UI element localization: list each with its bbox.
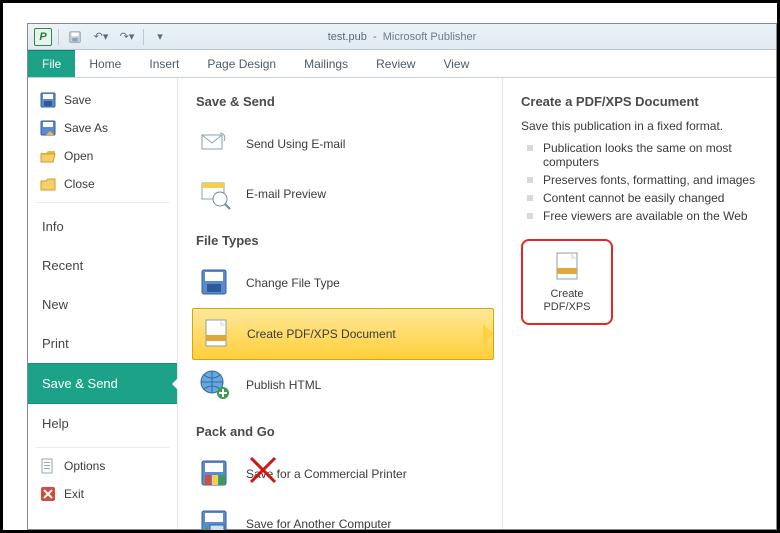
detail-lead: Save this publication in a fixed format. <box>521 119 776 133</box>
highlight-box: Create PDF/XPS <box>521 239 613 325</box>
app-name: Microsoft Publisher <box>383 31 477 43</box>
tab-insert[interactable]: Insert <box>135 50 193 77</box>
qat-undo-icon[interactable]: ↶▾ <box>91 29 111 45</box>
nav-label: Close <box>64 177 95 191</box>
opt-label: Change File Type <box>246 276 340 290</box>
opt-change-file-type[interactable]: Change File Type <box>192 258 494 308</box>
nav-open[interactable]: Open <box>28 142 177 170</box>
opt-label: E-mail Preview <box>246 187 326 201</box>
options-icon <box>40 458 56 474</box>
pdf-document-icon <box>199 317 233 351</box>
tab-review[interactable]: Review <box>362 50 429 77</box>
bullet: Free viewers are available on the Web <box>521 207 776 225</box>
opt-label: Send Using E-mail <box>246 137 345 151</box>
qat-customize-icon[interactable]: ▾ <box>150 29 170 45</box>
qat-redo-icon[interactable]: ↷▾ <box>117 29 137 45</box>
opt-send-email[interactable]: Send Using E-mail <box>192 119 494 169</box>
action-label-line1: Create <box>550 288 583 300</box>
save-send-panel: Save & Send Send Using E-mail E-mail Pre… <box>178 78 503 529</box>
nav-print[interactable]: Print <box>28 324 177 363</box>
detail-bullets: Publication looks the same on most compu… <box>521 139 776 225</box>
opt-save-commercial-printer[interactable]: Save for a Commercial Printer <box>192 449 494 499</box>
ribbon-tabs: File Home Insert Page Design Mailings Re… <box>28 50 776 78</box>
opt-label: Publish HTML <box>246 378 321 392</box>
action-label-line2: PDF/XPS <box>543 301 590 313</box>
opt-label: Create PDF/XPS Document <box>247 327 396 341</box>
opt-email-preview[interactable]: E-mail Preview <box>192 169 494 219</box>
nav-label: Save <box>64 93 91 107</box>
tab-page-design[interactable]: Page Design <box>193 50 290 77</box>
bullet: Content cannot be easily changed <box>521 189 776 207</box>
email-icon <box>198 127 232 161</box>
nav-label: Open <box>64 149 93 163</box>
tab-file[interactable]: File <box>28 50 75 77</box>
nav-save-send[interactable]: Save & Send <box>28 363 177 404</box>
app-icon <box>34 28 52 46</box>
nav-recent[interactable]: Recent <box>28 246 177 285</box>
nav-close[interactable]: Close <box>28 170 177 198</box>
nav-label: Exit <box>64 487 84 501</box>
nav-save[interactable]: Save <box>28 86 177 114</box>
tab-home[interactable]: Home <box>75 50 135 77</box>
opt-label: Save for Another Computer <box>246 517 391 531</box>
tab-mailings[interactable]: Mailings <box>290 50 362 77</box>
change-file-type-icon <box>198 266 232 300</box>
opt-save-another-computer[interactable]: Save for Another Computer <box>192 499 494 533</box>
section-heading-save-send: Save & Send <box>196 94 494 109</box>
section-heading-file-types: File Types <box>196 233 494 248</box>
tab-view[interactable]: View <box>429 50 483 77</box>
create-pdf-xps-button[interactable]: Create PDF/XPS <box>529 246 605 318</box>
detail-heading: Create a PDF/XPS Document <box>521 94 776 109</box>
nav-exit[interactable]: Exit <box>28 480 177 508</box>
bullet: Publication looks the same on most compu… <box>521 139 776 171</box>
bullet: Preserves fonts, formatting, and images <box>521 171 776 189</box>
exit-icon <box>40 486 56 502</box>
close-icon <box>40 176 56 192</box>
email-preview-icon <box>198 177 232 211</box>
nav-help[interactable]: Help <box>28 404 177 443</box>
nav-label: Save As <box>64 121 108 135</box>
nav-info[interactable]: Info <box>28 207 177 246</box>
save-as-icon <box>40 120 56 136</box>
document-title: test.pub <box>328 31 367 43</box>
backstage-nav: Save Save As Open Close Info Recent New <box>28 78 178 529</box>
opt-label: Save for a Commercial Printer <box>246 467 407 481</box>
nav-label: Options <box>64 459 105 473</box>
qat-save-icon[interactable] <box>65 29 85 45</box>
commercial-printer-icon <box>198 457 232 491</box>
detail-panel: Create a PDF/XPS Document Save this publ… <box>503 78 776 529</box>
nav-save-as[interactable]: Save As <box>28 114 177 142</box>
save-icon <box>40 92 56 108</box>
opt-publish-html[interactable]: Publish HTML <box>192 360 494 410</box>
opt-create-pdf-xps[interactable]: Create PDF/XPS Document <box>192 308 494 360</box>
titlebar: ↶▾ ↷▾ ▾ test.pub - Microsoft Publisher <box>28 24 776 50</box>
pdf-document-icon <box>550 250 584 284</box>
nav-options[interactable]: Options <box>28 452 177 480</box>
section-heading-pack-and-go: Pack and Go <box>196 424 494 439</box>
nav-new[interactable]: New <box>28 285 177 324</box>
another-computer-icon <box>198 507 232 533</box>
open-icon <box>40 148 56 164</box>
publish-html-icon <box>198 368 232 402</box>
